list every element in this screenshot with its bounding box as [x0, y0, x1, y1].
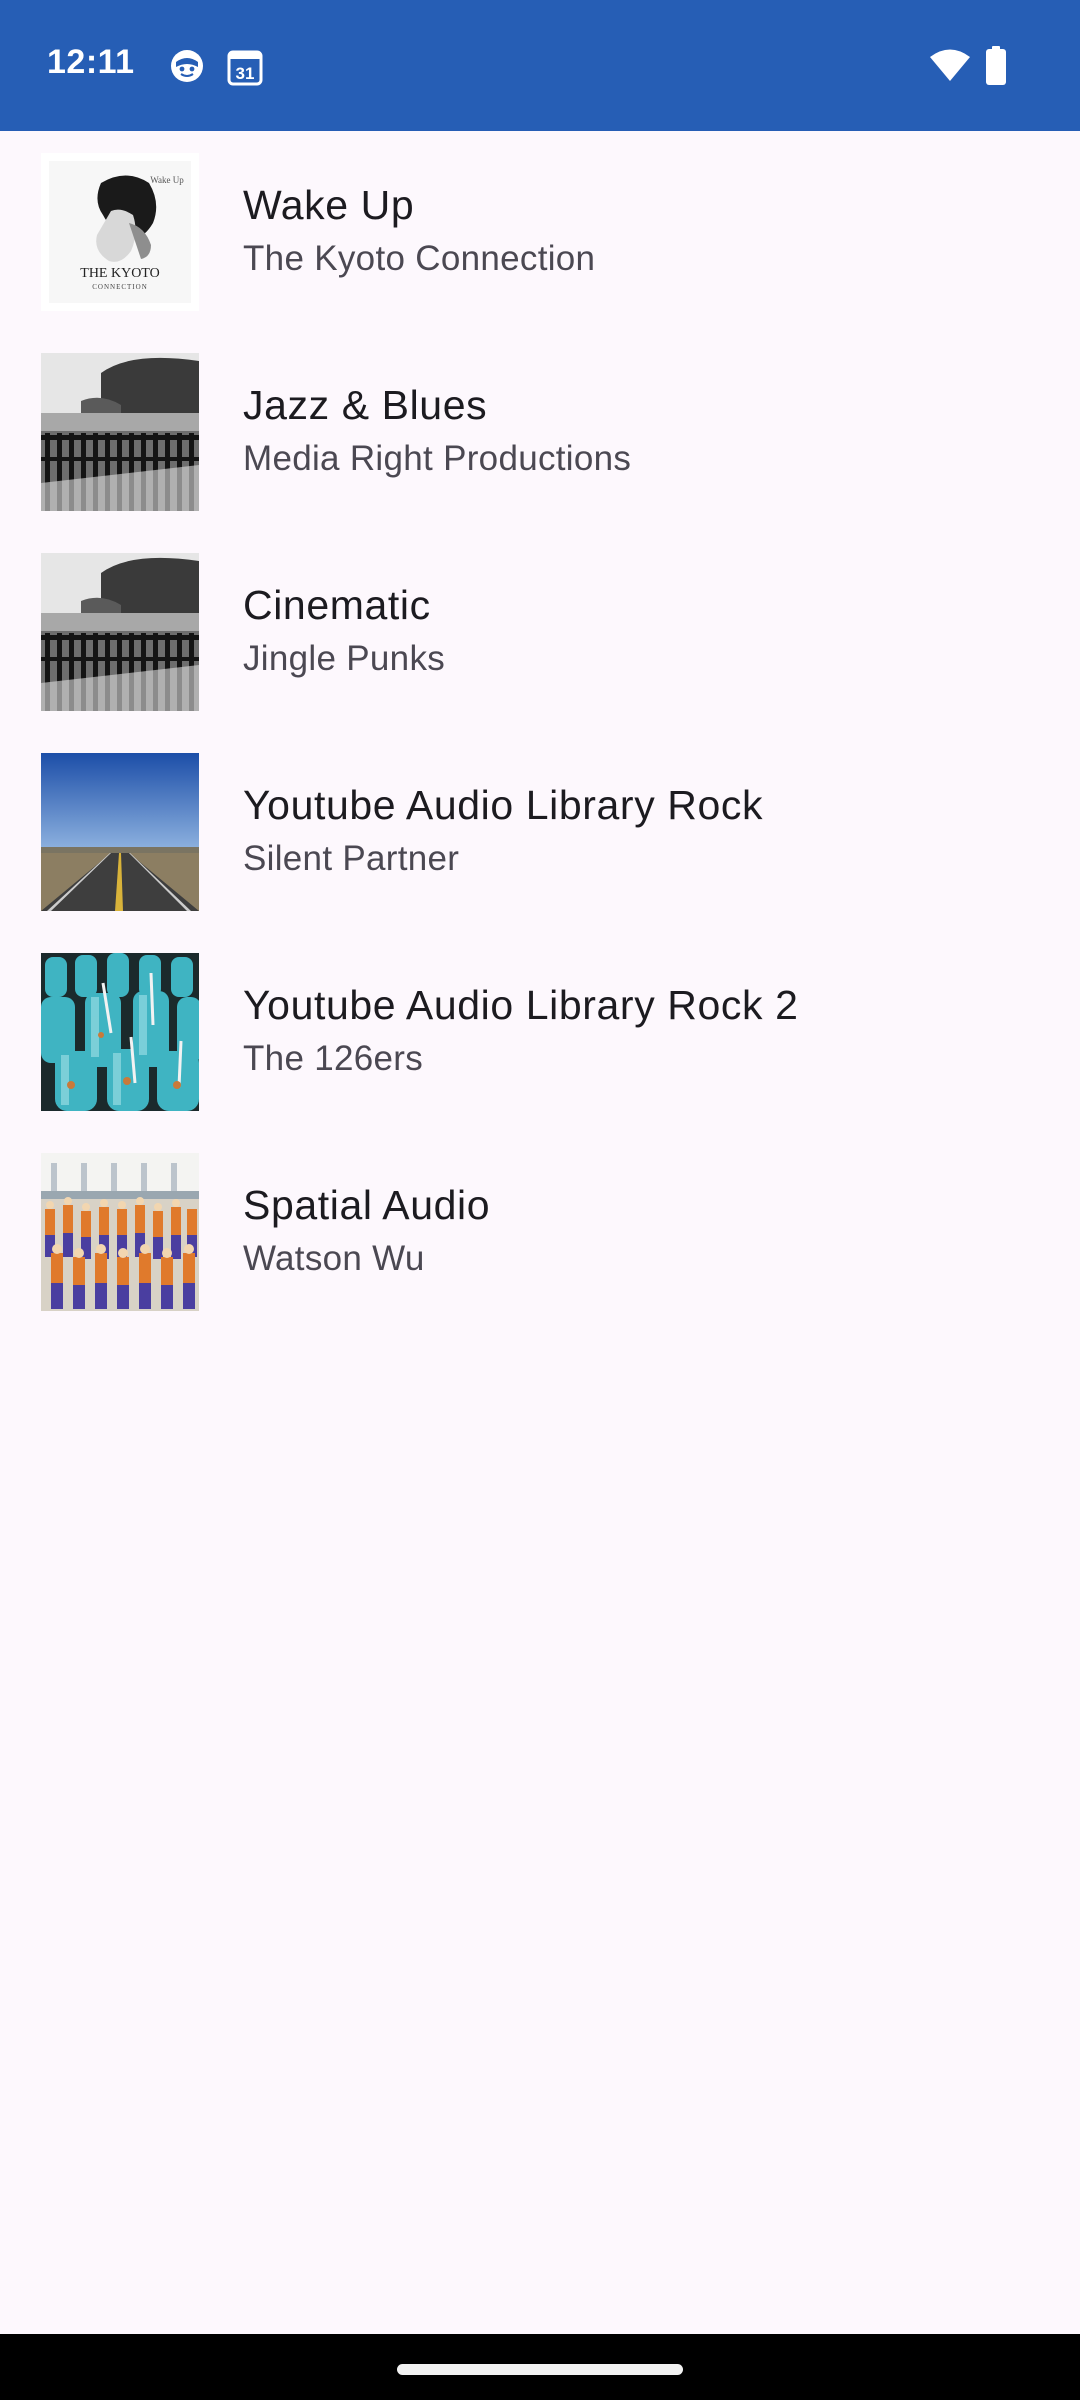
track-title: Youtube Audio Library Rock 2: [243, 982, 799, 1028]
album-art-text: THE KYOTO: [80, 266, 159, 281]
track-item-jazz-blues[interactable]: Jazz & Blues Media Right Productions: [0, 331, 1080, 531]
track-artist: Media Right Productions: [243, 439, 632, 478]
home-gesture-handle[interactable]: [397, 2364, 683, 2375]
album-art-subtext: CONNECTION: [92, 283, 148, 291]
track-item-spatial-audio[interactable]: Spatial Audio Watson Wu: [0, 1131, 1080, 1331]
track-artist: The 126ers: [243, 1039, 424, 1078]
track-title: Youtube Audio Library Rock: [243, 782, 764, 828]
track-item-youtube-rock[interactable]: Youtube Audio Library Rock Silent Partne…: [0, 731, 1080, 931]
track-title: Spatial Audio: [243, 1182, 491, 1228]
status-bar: 12:11 31: [0, 0, 1080, 131]
face-notification-icon: [171, 50, 203, 82]
track-artist: Watson Wu: [243, 1239, 425, 1278]
album-art: [41, 753, 199, 911]
track-item-wake-up[interactable]: Wake Up THE KYOTO CONNECTION Wake Up The…: [0, 131, 1080, 331]
calendar-icon: 31: [227, 50, 263, 86]
track-title: Cinematic: [243, 582, 431, 628]
track-artist: The Kyoto Connection: [243, 239, 596, 278]
track-artist: Jingle Punks: [243, 639, 446, 678]
album-art: [41, 1153, 199, 1311]
album-art: [41, 953, 199, 1111]
navigation-bar: [0, 2334, 1080, 2400]
album-art: [41, 553, 199, 711]
track-title: Jazz & Blues: [243, 382, 488, 428]
album-art: Wake Up THE KYOTO CONNECTION: [41, 153, 199, 311]
track-title: Wake Up: [243, 182, 415, 228]
battery-icon: [986, 46, 1006, 85]
track-item-cinematic[interactable]: Cinematic Jingle Punks: [0, 531, 1080, 731]
calendar-date: 31: [236, 64, 255, 83]
track-item-youtube-rock-2[interactable]: Youtube Audio Library Rock 2 The 126ers: [0, 931, 1080, 1131]
album-art-corner-text: Wake Up: [150, 175, 184, 185]
track-artist: Silent Partner: [243, 839, 460, 878]
status-time: 12:11: [47, 43, 135, 81]
wifi-icon: [930, 49, 970, 81]
album-art: [41, 353, 199, 511]
